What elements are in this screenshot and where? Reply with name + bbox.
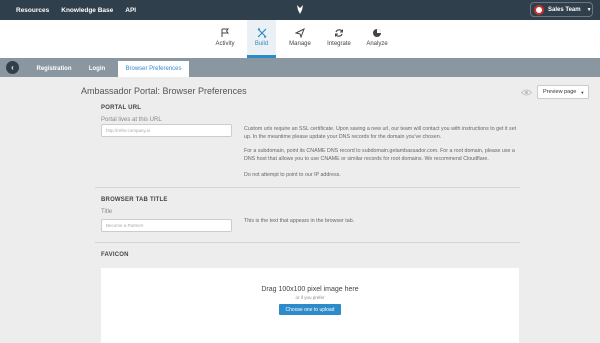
nav-build[interactable]: Build [247, 20, 276, 58]
browser-tab-title-label: Title [101, 209, 113, 215]
portal-url-placeholder: http://refer.company.io [106, 128, 151, 133]
portal-url-help-ssl: Custom urls require an SSL certificate. … [244, 126, 517, 140]
tab-login[interactable]: Login [82, 61, 112, 77]
top-nav-knowledge-base[interactable]: Knowledge Base [61, 7, 113, 14]
top-nav: Resources Knowledge Base API [16, 0, 136, 20]
nav-manage-label: Manage [289, 41, 311, 47]
chevron-left-icon: ‹ [11, 63, 14, 72]
team-switcher[interactable]: Sales Team ▼ [530, 2, 593, 17]
flag-icon [221, 28, 229, 37]
divider [95, 242, 520, 243]
nav-integrate[interactable]: Integrate [324, 20, 354, 58]
nav-integrate-label: Integrate [327, 41, 351, 47]
preview-page-label: Preview page [543, 89, 577, 95]
tab-browser-preferences[interactable]: Browser Preferences [118, 61, 189, 77]
divider [95, 187, 520, 188]
upload-button[interactable]: Choose one to upload [279, 304, 341, 315]
dropzone-drag-text: Drag 100x100 pixel image here [261, 286, 359, 293]
portal-url-heading: PORTAL URL [101, 105, 142, 111]
page-title: Ambassador Portal: Browser Preferences [81, 86, 247, 96]
browser-tab-title-placeholder: Become a Partner! [106, 223, 144, 228]
top-bar: Resources Knowledge Base API Sales Team … [0, 0, 600, 20]
favicon-dropzone[interactable]: Drag 100x100 pixel image here or if you … [101, 268, 519, 343]
portal-url-label: Portal lives at this URL [101, 117, 162, 123]
eye-icon[interactable] [521, 89, 532, 96]
back-button[interactable]: ‹ [6, 61, 19, 74]
nav-analyze[interactable]: Analyze [363, 20, 391, 58]
browser-tab-heading: BROWSER TAB TITLE [101, 197, 168, 203]
sub-nav: ‹ Registration Login Browser Preferences [0, 58, 600, 77]
browser-tab-help: This is the text that appears in the bro… [244, 218, 355, 224]
favicon-heading: FAVICON [101, 252, 129, 258]
sync-icon [334, 29, 344, 37]
top-nav-api[interactable]: API [125, 7, 136, 14]
team-avatar [534, 4, 544, 15]
portal-url-help-ip: Do not attempt to point to our IP addres… [244, 172, 341, 178]
tools-icon [257, 28, 266, 38]
nav-manage[interactable]: Manage [284, 20, 316, 58]
nav-build-label: Build [254, 41, 269, 47]
nav-activity-label: Activity [215, 41, 235, 47]
preview-page-dropdown[interactable]: Preview page ▼ [537, 85, 589, 99]
dropzone-or-text: or if you prefer [295, 295, 325, 300]
pie-chart-icon [373, 29, 381, 37]
nav-analyze-label: Analyze [366, 41, 388, 47]
ambassador-logo-icon[interactable] [296, 4, 304, 15]
nav-activity[interactable]: Activity [208, 20, 242, 58]
browser-tab-title-input[interactable]: Become a Partner! [101, 219, 232, 232]
chevron-down-icon: ▼ [586, 6, 592, 13]
chevron-down-icon: ▼ [580, 89, 585, 95]
tab-registration[interactable]: Registration [28, 61, 80, 77]
portal-url-input[interactable]: http://refer.company.io [101, 124, 232, 137]
send-icon [295, 28, 305, 38]
main-nav: Activity Build Manage Integrate Analyze [0, 20, 600, 58]
top-nav-resources[interactable]: Resources [16, 7, 49, 14]
team-name: Sales Team [548, 6, 581, 13]
portal-url-help-dns: For a subdomain, point its CNAME DNS rec… [244, 148, 515, 162]
